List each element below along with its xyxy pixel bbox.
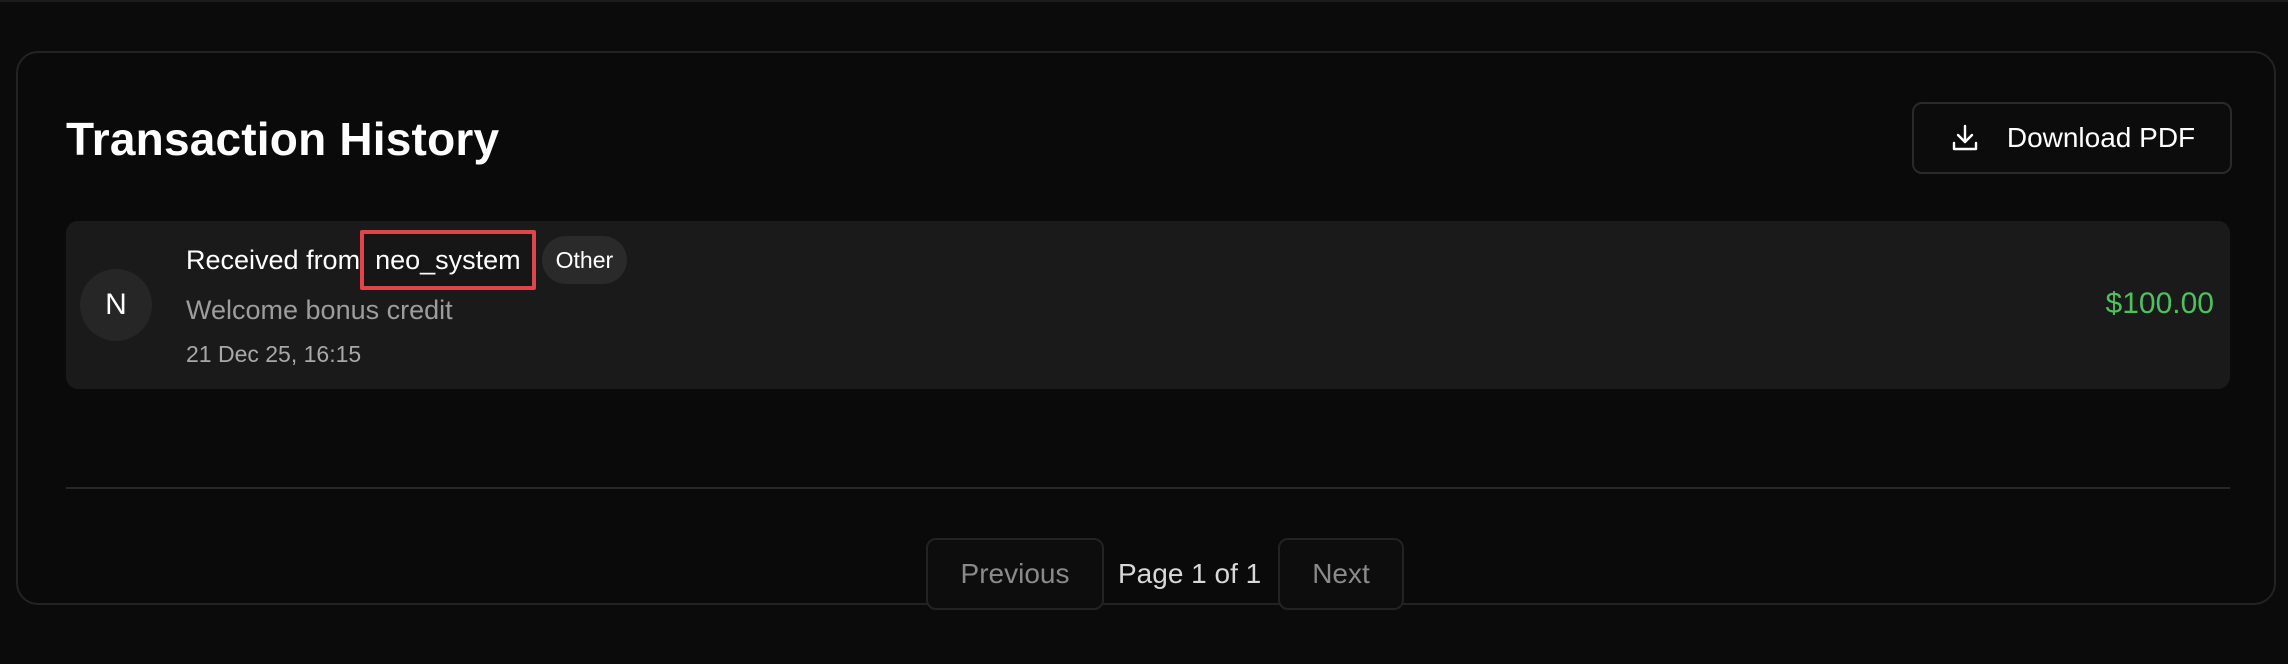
avatar: N	[80, 269, 152, 341]
transaction-date: 21 Dec 25, 16:15	[186, 341, 362, 367]
download-icon	[1949, 122, 1981, 154]
transaction-description: Welcome bonus credit	[186, 295, 453, 325]
previous-page-button[interactable]: Previous	[926, 538, 1104, 610]
next-page-button[interactable]: Next	[1278, 538, 1404, 610]
page-indicator: Page 1 of 1	[1118, 558, 1262, 589]
transaction-heading: Received from neo_system Other	[186, 230, 628, 290]
page-title: Transaction History	[66, 113, 500, 165]
transaction-prefix: Received from	[186, 244, 361, 275]
section-divider	[66, 487, 2230, 489]
counterparty-username[interactable]: neo_system	[360, 230, 536, 290]
download-pdf-label: Download PDF	[2006, 122, 2196, 153]
transaction-amount: $100.00	[2105, 287, 2214, 320]
download-pdf-button[interactable]: Download PDF	[1912, 102, 2232, 174]
transaction-row[interactable]: N Received from neo_system Other Welcome…	[66, 221, 2230, 389]
category-badge: Other	[541, 236, 628, 284]
transaction-history-panel: Transaction History Download PDF N Recei…	[16, 51, 2276, 610]
top-divider	[0, 0, 2288, 2]
